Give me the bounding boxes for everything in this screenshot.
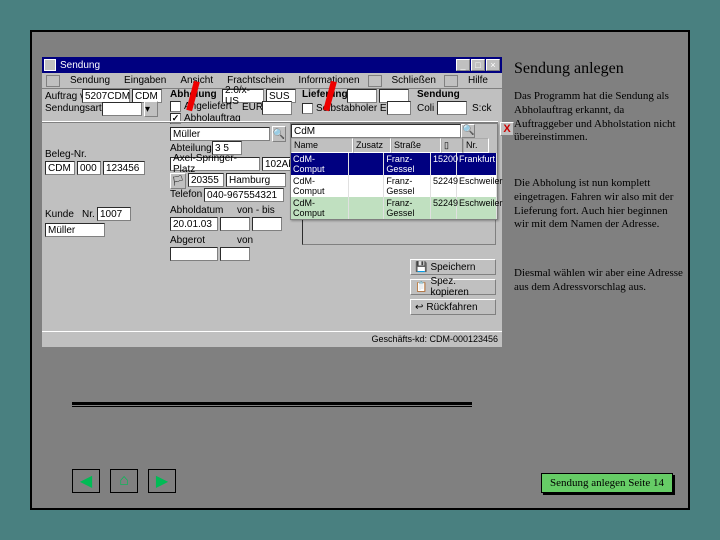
popup-search-icon[interactable]: 🔍 (461, 124, 475, 138)
flag-icon[interactable]: 🏳 (170, 173, 186, 189)
sendungsart-label: Sendungsart (45, 103, 102, 114)
sck-label: S:ck (472, 103, 491, 114)
popup-row-1[interactable]: CdM-Comput Franz-Gessel 52249 Eschweiler (291, 175, 497, 197)
abholdatum-field[interactable]: 20.01.03 (170, 217, 218, 231)
back-icon: ↩ (415, 302, 423, 313)
app-window: Sendung _ □ × Sendung Eingaben Ansicht F… (42, 57, 502, 347)
slide-frame: Sendung _ □ × Sendung Eingaben Ansicht F… (30, 30, 690, 510)
col-icon: ▯ (444, 140, 449, 150)
coli-field[interactable] (437, 101, 467, 115)
popup-close-icon[interactable]: X (500, 122, 514, 136)
selbstabholer-checkbox[interactable]: Selbstabholer ELF (302, 103, 398, 114)
name-field[interactable]: Müller (170, 127, 270, 141)
paragraph-2: Die Abholung ist nun komplett eingetrage… (514, 177, 684, 232)
kunde-name-field[interactable]: Müller (45, 223, 105, 237)
beleg-field-1[interactable]: CDM (45, 161, 75, 175)
street-nr-field[interactable]: 102Ab (262, 157, 292, 171)
rueckfahren-button[interactable]: ↩ Rückfahren (410, 299, 496, 315)
street-field[interactable]: Axel-Springer-Platz (170, 157, 260, 171)
eur-label: EUR (242, 102, 263, 113)
page-title: Sendung anlegen (514, 60, 624, 78)
menubar: Sendung Eingaben Ansicht Frachtschein In… (42, 73, 502, 89)
save-icon: 💾 (415, 262, 427, 273)
statusbar: Geschäfts-kd: CDM-000123456 (42, 331, 502, 345)
window-title: Sendung (60, 60, 100, 71)
menu-eingaben[interactable]: Eingaben (118, 75, 172, 86)
vonbis-label: von - bis (237, 205, 275, 216)
sendungsart-field[interactable] (102, 102, 142, 116)
bis-field[interactable] (252, 217, 282, 231)
selbstabholer-field[interactable] (387, 101, 411, 115)
plz-field[interactable]: 20355 (188, 173, 224, 187)
col-name: Name (291, 138, 353, 153)
lieferung-label: Lieferung (302, 89, 348, 100)
abgerot-label: Abgerot (170, 235, 205, 246)
close-menu-icon (368, 75, 382, 87)
nav-buttons: ◀ ⌂ ▶ (72, 469, 176, 493)
menu-hilfe[interactable]: Hilfe (462, 75, 494, 86)
auftrag-field-1[interactable]: 5207CDM (82, 89, 130, 103)
menu-schliessen[interactable]: Schließen (386, 75, 442, 86)
popup-header-row: Name Zusatz Straße ▯ Nr. (291, 138, 497, 153)
nav-next-icon[interactable]: ▶ (148, 469, 176, 493)
abholdatum-label: Abholdatum (170, 205, 223, 216)
footer-badge: Sendung anlegen Seite 14 (541, 473, 673, 493)
divider (72, 402, 472, 405)
checkbox-icon (170, 101, 181, 112)
status-text: Geschäfts-kd: CDM-000123456 (371, 334, 498, 344)
form-area: Auftrag von 5207CDM CDM Abholung 2.0/x-U… (42, 89, 502, 345)
app-icon (44, 59, 56, 71)
angeliefert-checkbox[interactable]: Angeliefert (170, 101, 232, 112)
col-nr: Nr. (463, 138, 489, 153)
menu-sendung[interactable]: Sendung (64, 75, 116, 86)
kunde-nr-field[interactable]: 1007 (97, 207, 131, 221)
lieferung-field-1[interactable] (347, 89, 377, 103)
abgerot-field[interactable] (170, 247, 218, 261)
popup-row-2[interactable]: CdM-Comput Franz-Gessel 52249 Eschweiler (291, 197, 497, 219)
von2-label: von (237, 235, 253, 246)
beleg-field-3[interactable]: 123456 (103, 161, 145, 175)
nav-home-icon[interactable]: ⌂ (110, 469, 138, 493)
col-zusatz: Zusatz (353, 138, 391, 153)
telefon-field[interactable]: 040-967554321 (204, 188, 284, 202)
von-field[interactable] (220, 217, 250, 231)
nav-prev-icon[interactable]: ◀ (72, 469, 100, 493)
kunde-label: Kunde (45, 209, 74, 220)
beleg-field-2[interactable]: 000 (77, 161, 101, 175)
speichern-button[interactable]: 💾 Speichern (410, 259, 496, 275)
app-menu-icon[interactable] (46, 75, 60, 87)
sendung-section-label: Sendung (417, 89, 460, 100)
coli-label: Coli (417, 103, 434, 114)
checkbox-icon (302, 103, 313, 114)
help-menu-icon (444, 75, 458, 87)
kunde-nr-label: Nr. (82, 209, 95, 220)
close-button[interactable]: × (486, 59, 500, 71)
copy-icon: 📋 (415, 282, 427, 293)
popup-filter-field[interactable]: CdM (291, 124, 461, 138)
name-lookup-icon[interactable]: 🔍 (272, 126, 286, 142)
maximize-button[interactable]: □ (471, 59, 485, 71)
telefon-label: Telefon (170, 189, 202, 200)
von2-field[interactable] (220, 247, 250, 261)
eur-field[interactable] (262, 101, 292, 115)
titlebar: Sendung _ □ × (42, 57, 502, 73)
paragraph-3: Diesmal wählen wir aber eine Adresse aus… (514, 267, 684, 295)
paragraph-1: Das Programm hat die Sendung als Abholau… (514, 90, 684, 145)
popup-row-0[interactable]: CdM-Comput Franz-Gessel 15200 Frankfurt (291, 153, 497, 175)
city-field[interactable]: Hamburg (226, 173, 286, 187)
spez-kopieren-button[interactable]: 📋 Spez. kopieren (410, 279, 496, 295)
minimize-button[interactable]: _ (456, 59, 470, 71)
col-strasse: Straße (391, 138, 441, 153)
beleg-label: Beleg-Nr. (45, 149, 87, 160)
sendungsart-dropdown-icon[interactable]: ▾ (144, 101, 158, 117)
address-suggest-popup: CdM 🔍 Name Zusatz Straße ▯ Nr. CdM-Compu… (290, 123, 498, 220)
